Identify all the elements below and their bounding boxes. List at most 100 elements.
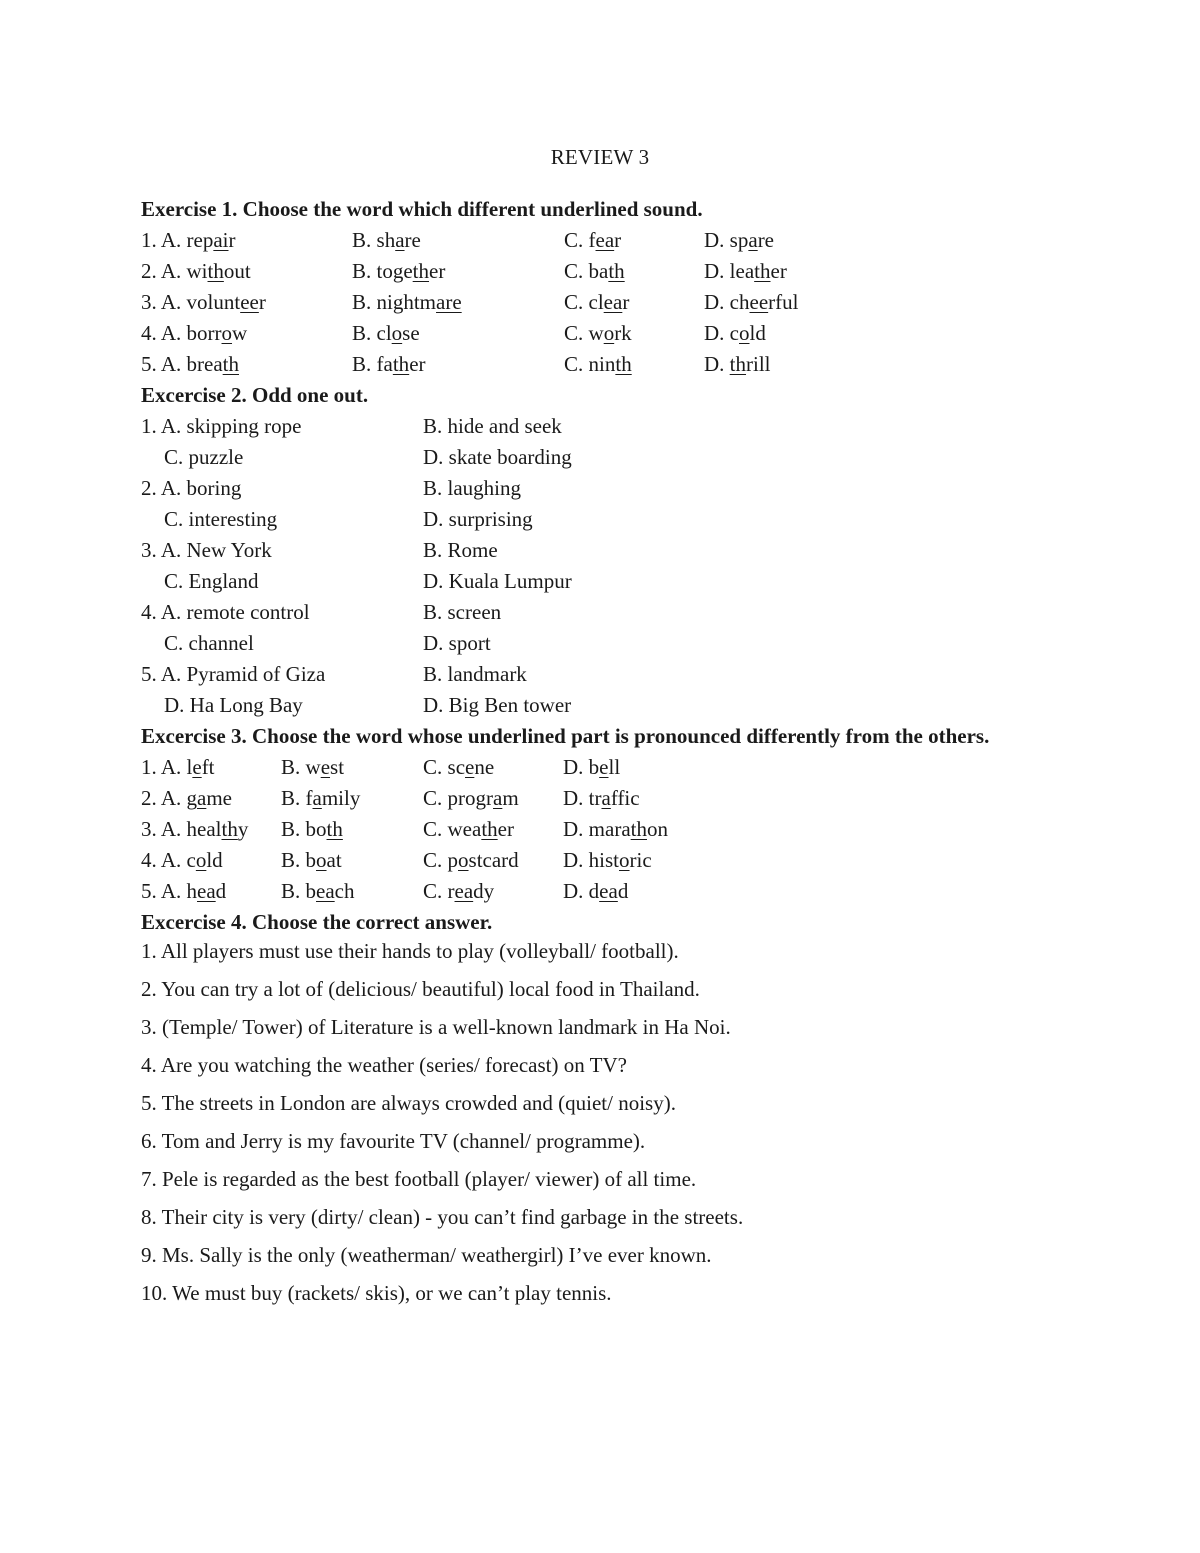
option-a: 4. A. borrow [141, 318, 247, 349]
option-letter: D. [563, 755, 589, 779]
option-d: D. historic [563, 845, 652, 876]
underlined-part: o [316, 848, 327, 872]
ex4-sentence-2: 2. You can try a lot of (delicious/ beau… [141, 977, 700, 1001]
option-left: C. interesting [164, 504, 277, 535]
word-part: b [305, 848, 317, 872]
underlined-part: th [608, 259, 625, 283]
option-letter: A. [160, 879, 187, 903]
ex4-sentence-9: 9. Ms. Sally is the only (weatherman/ we… [141, 1243, 712, 1267]
word-part: m [502, 786, 519, 810]
option-c: C. ninth [564, 349, 632, 380]
option-letter: C. [423, 755, 448, 779]
option-text: A. boring [160, 476, 242, 500]
underlined-part: th [207, 259, 224, 283]
exercise-2-heading: Excercise 2. Odd one out. [141, 383, 369, 407]
word-part: sp [729, 228, 749, 252]
option-word: beach [306, 879, 355, 903]
word-part: cl [588, 290, 604, 314]
word-part: ric [629, 848, 652, 872]
underlined-part: ea [595, 228, 615, 252]
option-text: B. screen [423, 600, 502, 624]
question-number: 2. [141, 476, 161, 500]
word-part: out [223, 259, 251, 283]
option-text: D. Ha Long Bay [164, 693, 303, 717]
option-d: D. traffic [563, 783, 640, 814]
exercise-1: Exercise 1. Choose the word which differ… [141, 194, 1061, 380]
option-word: leather [730, 259, 787, 283]
option-letter: A. [160, 228, 187, 252]
question-number: 3. [141, 538, 161, 562]
word-part: c [729, 321, 739, 345]
option-word: father [377, 352, 426, 376]
option-left: C. England [164, 566, 259, 597]
ex2-question-1-line-2: C. puzzle D. skate boarding [141, 442, 1061, 473]
ex1-question-4: 4. A. borrow B. close C. work D. cold [141, 318, 1061, 349]
option-letter: C. [564, 228, 589, 252]
underlined-part: a [748, 228, 758, 252]
underlined-part: th [630, 817, 647, 841]
word-part: d [588, 879, 600, 903]
word-part: ffic [610, 786, 640, 810]
exercise-3: Excercise 3. Choose the word whose under… [141, 721, 1061, 907]
option-d: D. cold [704, 318, 766, 349]
word-part: dy [473, 879, 495, 903]
word-part: wea [447, 817, 482, 841]
option-letter: B. [281, 848, 306, 872]
option-word: spare [730, 228, 774, 252]
option-word: weather [448, 817, 514, 841]
option-c: C. postcard [423, 845, 519, 876]
option-c: C. fear [564, 225, 621, 256]
underlined-part: o [739, 321, 750, 345]
underlined-part: o [603, 321, 615, 345]
option-a: 1. A. left [141, 752, 215, 783]
ex2-question-2-line-2: C. interesting D. surprising [141, 504, 1061, 535]
option-left: 5. A. Pyramid of Giza [141, 659, 325, 690]
question-number: 3. [141, 290, 161, 314]
word-part: toge [376, 259, 413, 283]
word-part: mily [321, 786, 361, 810]
word-part: ll [608, 755, 621, 779]
underlined-part: o [619, 848, 630, 872]
word-part: r [447, 879, 455, 903]
word-part: ft [201, 755, 215, 779]
option-word: both [306, 817, 343, 841]
ex1-question-3: 3. A. volunteer B. nightmare C. clear D. ch… [141, 287, 1061, 318]
option-word: ninth [589, 352, 632, 376]
underlined-part: ee [749, 290, 769, 314]
underlined-part: o [391, 321, 403, 345]
underlined-part: th [481, 817, 498, 841]
option-d: D. marathon [563, 814, 668, 845]
option-letter: D. [563, 786, 589, 810]
option-text: D. sport [423, 631, 491, 655]
word-part: ch [729, 290, 750, 314]
word-part: ba [588, 259, 609, 283]
option-letter: B. [352, 228, 377, 252]
question-number: 1. [141, 755, 161, 779]
underlined-part: o [458, 848, 469, 872]
option-letter: D. [563, 817, 589, 841]
underlined-part: o [195, 848, 207, 872]
ex4-sentence-10: 10. We must buy (rackets/ skis), or we c… [141, 1281, 612, 1305]
option-a: 5. A. head [141, 876, 226, 907]
word-part: er [497, 817, 514, 841]
option-right: B. landmark [423, 659, 527, 690]
underlined-part: th [615, 352, 632, 376]
option-text: C. interesting [164, 507, 278, 531]
option-letter: D. [704, 321, 730, 345]
exercise-2: Excercise 2. Odd one out. 1. A. skipping… [141, 380, 1061, 721]
question-number: 5. [141, 879, 161, 903]
word-part: wi [186, 259, 208, 283]
option-letter: B. [281, 786, 306, 810]
ex4-sentence-8: 8. Their city is very (dirty/ clean) - y… [141, 1205, 744, 1229]
option-right: D. surprising [423, 504, 533, 535]
option-word: thrill [730, 352, 771, 376]
option-letter: A. [160, 321, 187, 345]
option-b: B. close [352, 318, 420, 349]
option-c: C. bath [564, 256, 625, 287]
word-part: re [404, 228, 421, 252]
word-part: h [186, 879, 198, 903]
option-word: west [306, 755, 345, 779]
option-text: A. skipping rope [160, 414, 302, 438]
word-part: er [409, 352, 426, 376]
option-right: D. Kuala Lumpur [423, 566, 572, 597]
